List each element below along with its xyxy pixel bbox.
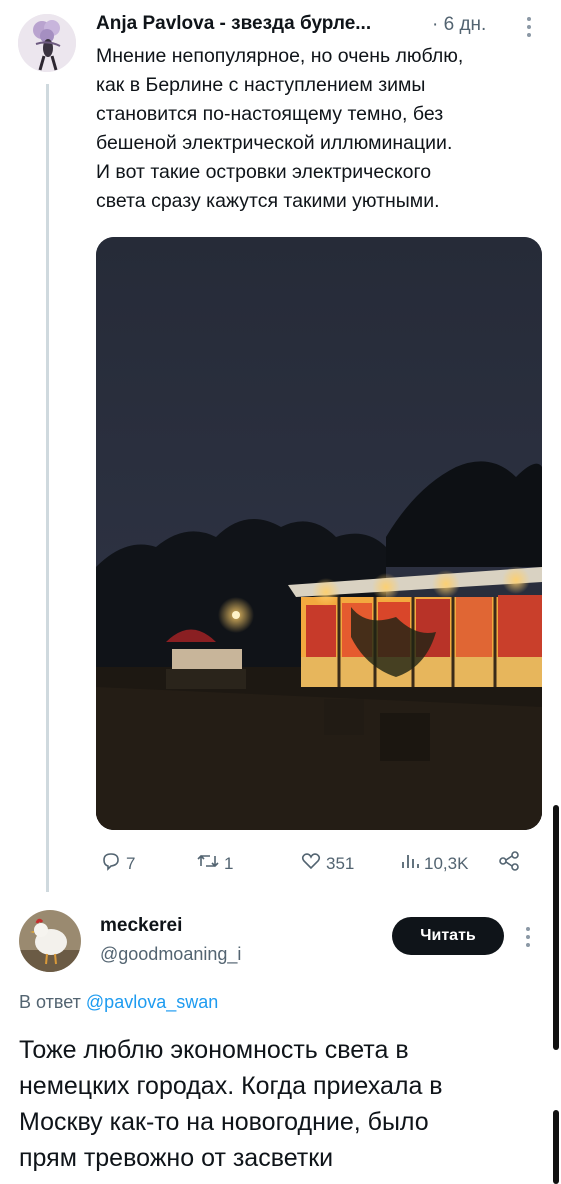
reply-action[interactable]: 7: [100, 850, 135, 877]
reply-author-avatar[interactable]: [19, 910, 81, 972]
author-avatar[interactable]: [18, 14, 76, 72]
reply-text: Тоже люблю экономность света в немецких …: [19, 1032, 539, 1176]
scrollbar-thumb-lower[interactable]: [553, 1110, 559, 1184]
tweet-text-line: света сразу кажутся такими уютными.: [96, 190, 440, 212]
views-action[interactable]: 10,3K: [400, 850, 468, 877]
follow-button[interactable]: Читать: [392, 917, 504, 955]
share-icon[interactable]: [498, 850, 520, 877]
reply-author-handle[interactable]: @goodmoaning_i: [100, 944, 241, 965]
replying-to-prefix: В ответ: [19, 992, 81, 1012]
reply-text-line: немецких городах. Когда приехала в: [19, 1072, 443, 1100]
replying-to: В ответ @pavlova_swan: [19, 992, 218, 1013]
like-icon: [300, 850, 322, 877]
replying-to-handle-link[interactable]: @pavlova_swan: [86, 992, 218, 1012]
tweet-age[interactable]: · 6 дн.: [432, 14, 486, 36]
scrollbar-thumb[interactable]: [553, 805, 559, 1050]
tweet-text-line: как в Берлине с наступлением зимы: [96, 74, 426, 96]
reply-icon: [100, 850, 122, 877]
views-count: 10,3K: [424, 853, 469, 873]
author-name[interactable]: Anja Pavlova - звезда бурле...: [96, 13, 371, 35]
tweet-text-line: бешеной электрической иллюминации.: [96, 132, 453, 154]
tweet-text-line: становится по-настоящему темно, без: [96, 103, 444, 125]
thread-connector-line: [46, 84, 49, 892]
repost-action[interactable]: 1: [196, 850, 233, 877]
like-action[interactable]: 351: [300, 850, 354, 877]
reply-text-line: Москву как-то на новогодние, было: [19, 1108, 429, 1136]
like-count: 351: [326, 853, 355, 873]
more-icon[interactable]: [524, 16, 534, 42]
reply-count: 7: [126, 853, 136, 873]
reply-text-line: прям тревожно от засветки: [19, 1144, 334, 1172]
tweet-text-line: Мнение непопулярное, но очень люблю,: [96, 45, 464, 67]
repost-count: 1: [224, 853, 234, 873]
reply-more-icon[interactable]: [523, 926, 533, 955]
reply-author-name[interactable]: meckerei: [100, 915, 182, 937]
views-icon: [400, 850, 420, 877]
tweet-text: Мнение непопулярное, но очень люблю, как…: [96, 42, 546, 216]
reply-text-line: Тоже люблю экономность света в: [19, 1036, 409, 1064]
tweet-photo[interactable]: [96, 237, 542, 830]
repost-icon: [196, 850, 220, 877]
tweet-text-line: И вот такие островки электрического: [96, 161, 432, 183]
